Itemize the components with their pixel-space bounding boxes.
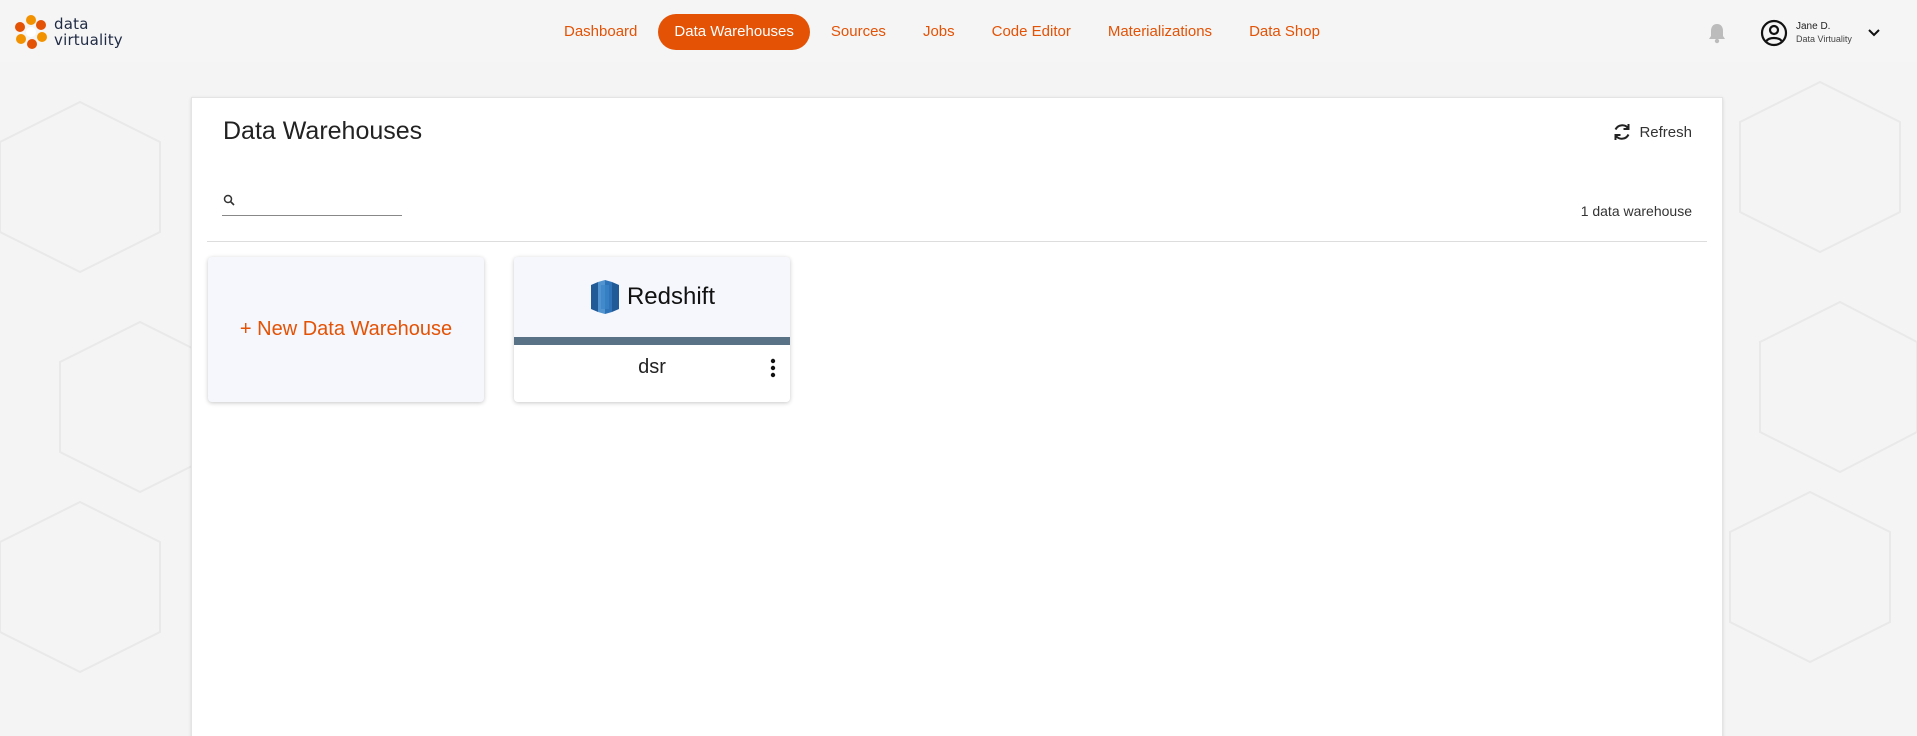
nav-item-jobs[interactable]: Jobs	[907, 14, 971, 50]
divider	[207, 241, 1707, 242]
nav-item-data-shop[interactable]: Data Shop	[1233, 14, 1336, 50]
search-icon	[223, 194, 235, 206]
refresh-button[interactable]: Refresh	[1611, 120, 1692, 144]
user-name: Jane D.	[1796, 21, 1831, 32]
main-nav: Dashboard Data Warehouses Sources Jobs C…	[548, 14, 1341, 50]
redshift-logo-icon	[590, 280, 619, 314]
app-logo[interactable]: data virtuality	[12, 14, 123, 50]
search-input[interactable]	[242, 190, 397, 212]
data-warehouse-card-header: Redshift	[514, 257, 790, 337]
refresh-label: Refresh	[1639, 123, 1692, 141]
page-title: Data Warehouses	[223, 117, 423, 145]
data-warehouses-panel: Data Warehouses Refresh 1 data warehouse…	[191, 97, 1723, 736]
refresh-icon	[1614, 124, 1630, 140]
user-info: Jane D. Data Virtuality	[1796, 21, 1852, 45]
data-warehouse-card-footer: dsr	[514, 345, 790, 402]
kebab-menu-icon[interactable]	[766, 357, 780, 379]
logo-flower-icon	[15, 15, 47, 49]
user-avatar-icon	[1760, 19, 1788, 47]
new-data-warehouse-card[interactable]: + New Data Warehouse	[208, 257, 484, 402]
logo-wordmark: data virtuality	[54, 16, 123, 48]
user-menu[interactable]: Jane D. Data Virtuality	[1760, 18, 1882, 48]
bell-icon[interactable]	[1707, 22, 1727, 44]
warehouse-count: 1 data warehouse	[1580, 203, 1692, 219]
search-field[interactable]	[222, 188, 402, 216]
new-data-warehouse-label: + New Data Warehouse	[239, 318, 453, 340]
chevron-down-icon[interactable]	[1866, 25, 1882, 41]
top-navbar: data virtuality Dashboard Data Warehouse…	[0, 0, 1917, 62]
status-bar	[514, 337, 790, 345]
nav-item-sources[interactable]: Sources	[815, 14, 902, 50]
logo-line-2: virtuality	[54, 31, 123, 49]
user-org: Data Virtuality	[1796, 34, 1852, 44]
nav-item-dashboard[interactable]: Dashboard	[548, 14, 653, 50]
nav-item-code-editor[interactable]: Code Editor	[976, 14, 1087, 50]
data-warehouse-card[interactable]: Redshift dsr	[514, 257, 790, 402]
nav-item-data-warehouses[interactable]: Data Warehouses	[658, 14, 810, 50]
warehouse-type-label: Redshift	[626, 283, 716, 310]
warehouse-name: dsr	[638, 356, 666, 378]
nav-item-materializations[interactable]: Materializations	[1092, 14, 1228, 50]
